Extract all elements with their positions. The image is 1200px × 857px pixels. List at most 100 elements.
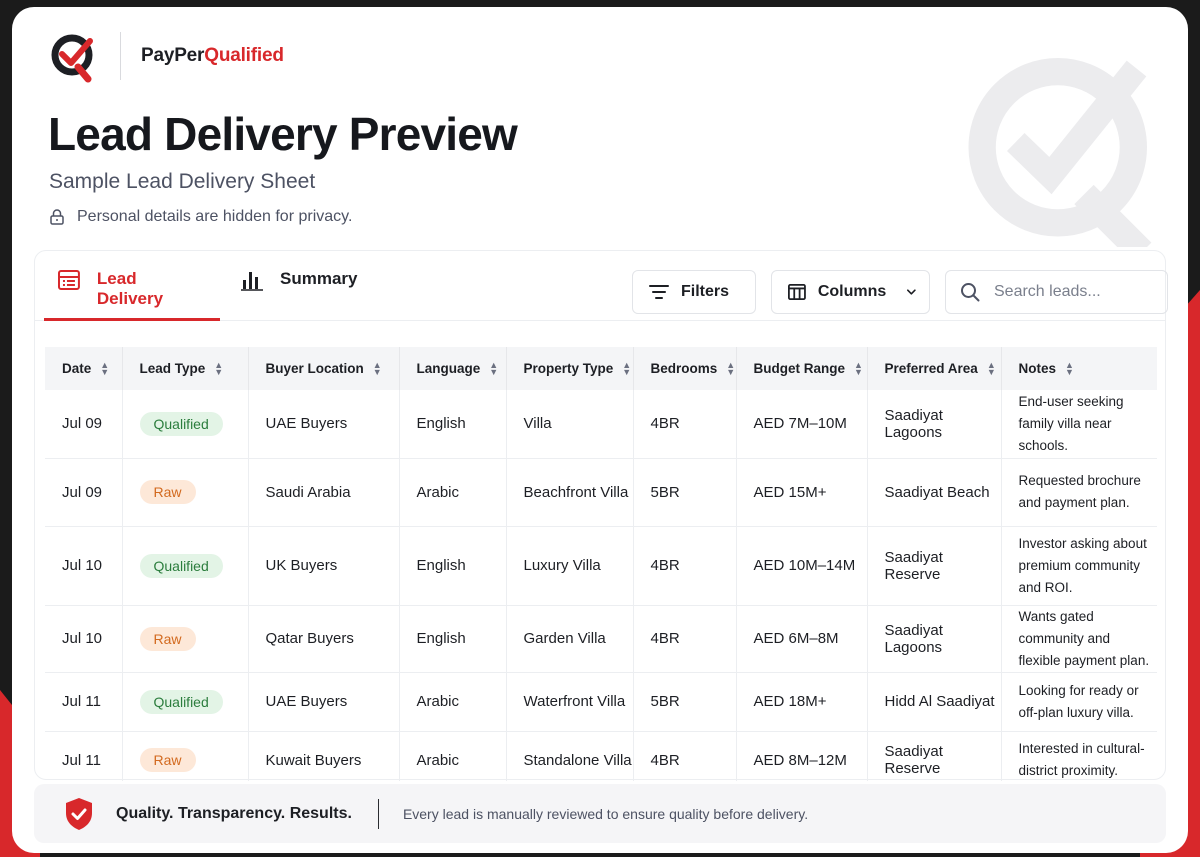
- column-header-label: Notes: [1018, 360, 1057, 376]
- preferred-area-cell: Hidd Al Saadiyat: [867, 672, 1002, 732]
- main-card: PayPerQualified Lead Delivery Preview Sa…: [12, 7, 1188, 853]
- language-cell: English: [399, 526, 507, 606]
- column-header-label: Language: [416, 360, 481, 376]
- buyer-location-cell: UAE Buyers: [248, 672, 400, 732]
- column-header-label: Property Type: [523, 360, 614, 376]
- date-cell: Jul 11: [45, 731, 123, 781]
- property-type-cell: Garden Villa: [506, 605, 634, 673]
- bedrooms-cell: 4BR: [633, 390, 737, 459]
- table-row[interactable]: Jul 10 Qualified UK Buyers English Luxury Vi…: [45, 526, 1157, 606]
- column-header-label: Preferred Area: [884, 360, 978, 376]
- table-row[interactable]: Jul 10 Raw Qatar Buyers English Garden Villa…: [45, 605, 1157, 673]
- sort-icon[interactable]: ▲ ▼: [854, 361, 863, 377]
- column-header-label: Bedrooms: [650, 360, 718, 376]
- bar-chart-icon: [241, 272, 263, 291]
- column-header[interactable]: Bedrooms ▲ ▼: [633, 347, 737, 390]
- tab-lead-delivery[interactable]: Lead Delivery: [44, 269, 220, 321]
- lead-type-badge: Qualified: [139, 689, 223, 714]
- date-cell: Jul 11: [45, 672, 123, 732]
- column-header-label: Buyer Location: [265, 360, 364, 376]
- table-row[interactable]: Jul 11 Raw Kuwait Buyers Arabic Standalone V…: [45, 731, 1157, 781]
- budget-range-cell: AED 15M+: [736, 458, 868, 527]
- shield-check-icon: [66, 797, 92, 830]
- language-cell: Arabic: [399, 672, 507, 732]
- column-header[interactable]: Notes ▲ ▼: [1001, 347, 1157, 390]
- filters-button[interactable]: Filters: [632, 270, 756, 314]
- property-type-cell: Villa: [506, 390, 634, 459]
- sort-icon[interactable]: ▲ ▼: [214, 361, 223, 377]
- property-type-cell: Luxury Villa: [506, 526, 634, 606]
- search-box[interactable]: [945, 270, 1168, 314]
- lead-type-cell: Raw: [122, 605, 249, 673]
- lead-type-badge: Qualified: [139, 411, 223, 436]
- privacy-note: Personal details are hidden for privacy.: [50, 208, 352, 226]
- property-type-cell: Beachfront Villa: [506, 458, 634, 527]
- search-input[interactable]: [994, 283, 1154, 301]
- table-row[interactable]: Jul 09 Qualified UAE Buyers English Villa 4BR…: [45, 390, 1157, 459]
- sort-icon[interactable]: ▲ ▼: [489, 361, 498, 377]
- notes-cell: Interested in cultural-district proximit…: [1001, 731, 1157, 781]
- logo-icon: [51, 34, 93, 83]
- preferred-area-cell: Saadiyat Lagoons: [867, 605, 1002, 673]
- column-header[interactable]: Preferred Area ▲ ▼: [867, 347, 1002, 390]
- language-cell: English: [399, 390, 507, 459]
- sort-icon[interactable]: ▲ ▼: [373, 361, 382, 377]
- logo-watermark-icon: [968, 57, 1152, 247]
- table-body: Jul 09 Qualified UAE Buyers English Villa 4BR…: [45, 390, 1157, 781]
- column-header[interactable]: Date ▲ ▼: [45, 347, 123, 390]
- footer-divider: [377, 798, 379, 829]
- preferred-area-cell: Saadiyat Beach: [867, 458, 1002, 527]
- lead-table-container[interactable]: Date ▲ ▼ Lead Type ▲ ▼ Buyer Location ▲ ▼ Languag…: [45, 347, 1157, 781]
- footer-slogan: Quality. Transparency. Results.: [116, 804, 352, 822]
- sort-icon[interactable]: ▲ ▼: [726, 361, 735, 377]
- notes-cell: End-user seeking family villa near schoo…: [1001, 390, 1157, 459]
- search-icon: [961, 283, 980, 302]
- logo-divider: [120, 32, 121, 80]
- language-cell: Arabic: [399, 731, 507, 781]
- buyer-location-cell: UK Buyers: [248, 526, 400, 606]
- buyer-location-cell: Saudi Arabia: [248, 458, 400, 527]
- date-cell: Jul 09: [45, 390, 123, 459]
- lock-icon: [50, 209, 64, 225]
- tab-summary-label: Summary: [280, 269, 358, 288]
- table-row[interactable]: Jul 11 Qualified UAE Buyers Arabic Waterfron…: [45, 672, 1157, 732]
- lead-type-badge: Raw: [139, 748, 196, 772]
- table-header-row: Date ▲ ▼ Lead Type ▲ ▼ Buyer Location ▲ ▼ Languag…: [45, 347, 1157, 390]
- sort-icon[interactable]: ▲ ▼: [622, 361, 631, 377]
- column-header-label: Date: [62, 360, 92, 376]
- budget-range-cell: AED 6M–8M: [736, 605, 868, 673]
- columns-label: Columns: [817, 283, 887, 300]
- bedrooms-cell: 5BR: [633, 458, 737, 527]
- page-title: Lead Delivery Preview: [48, 108, 518, 160]
- sort-icon[interactable]: ▲ ▼: [100, 361, 109, 377]
- table-row[interactable]: Jul 09 Raw Saudi Arabia Arabic Beachfront Vi…: [45, 458, 1157, 527]
- column-header-label: Lead Type: [139, 360, 206, 376]
- notes-cell: Requested brochure and payment plan.: [1001, 458, 1157, 527]
- column-header[interactable]: Buyer Location ▲ ▼: [248, 347, 400, 390]
- columns-icon: [788, 283, 806, 301]
- lead-type-cell: Qualified: [122, 526, 249, 606]
- lead-type-badge: Raw: [139, 480, 196, 504]
- lead-type-badge: Raw: [139, 626, 196, 651]
- column-header[interactable]: Lead Type ▲ ▼: [122, 347, 249, 390]
- column-header[interactable]: Language ▲ ▼: [399, 347, 507, 390]
- bedrooms-cell: 5BR: [633, 672, 737, 732]
- notes-cell: Wants gated community and flexible payme…: [1001, 605, 1157, 673]
- column-header[interactable]: Budget Range ▲ ▼: [736, 347, 868, 390]
- lead-type-cell: Raw: [122, 731, 249, 781]
- tab-summary[interactable]: Summary: [240, 269, 357, 321]
- preferred-area-cell: Saadiyat Lagoons: [867, 390, 1002, 459]
- budget-range-cell: AED 7M–10M: [736, 390, 868, 459]
- table-icon: [57, 270, 80, 290]
- columns-button[interactable]: Columns: [771, 270, 930, 314]
- privacy-text: Personal details are hidden for privacy.: [77, 208, 353, 225]
- lead-type-cell: Raw: [122, 458, 249, 527]
- brand-name: PayPerQualified: [141, 45, 284, 66]
- budget-range-cell: AED 10M–14M: [736, 526, 868, 606]
- property-type-cell: Standalone Villa: [506, 731, 634, 781]
- lead-type-cell: Qualified: [122, 672, 249, 732]
- column-header[interactable]: Property Type ▲ ▼: [506, 347, 634, 390]
- sort-icon[interactable]: ▲ ▼: [987, 361, 996, 377]
- tab-bar: Lead Delivery Summary Filters Columns Se…: [35, 251, 1168, 321]
- sort-icon[interactable]: ▲ ▼: [1065, 361, 1074, 377]
